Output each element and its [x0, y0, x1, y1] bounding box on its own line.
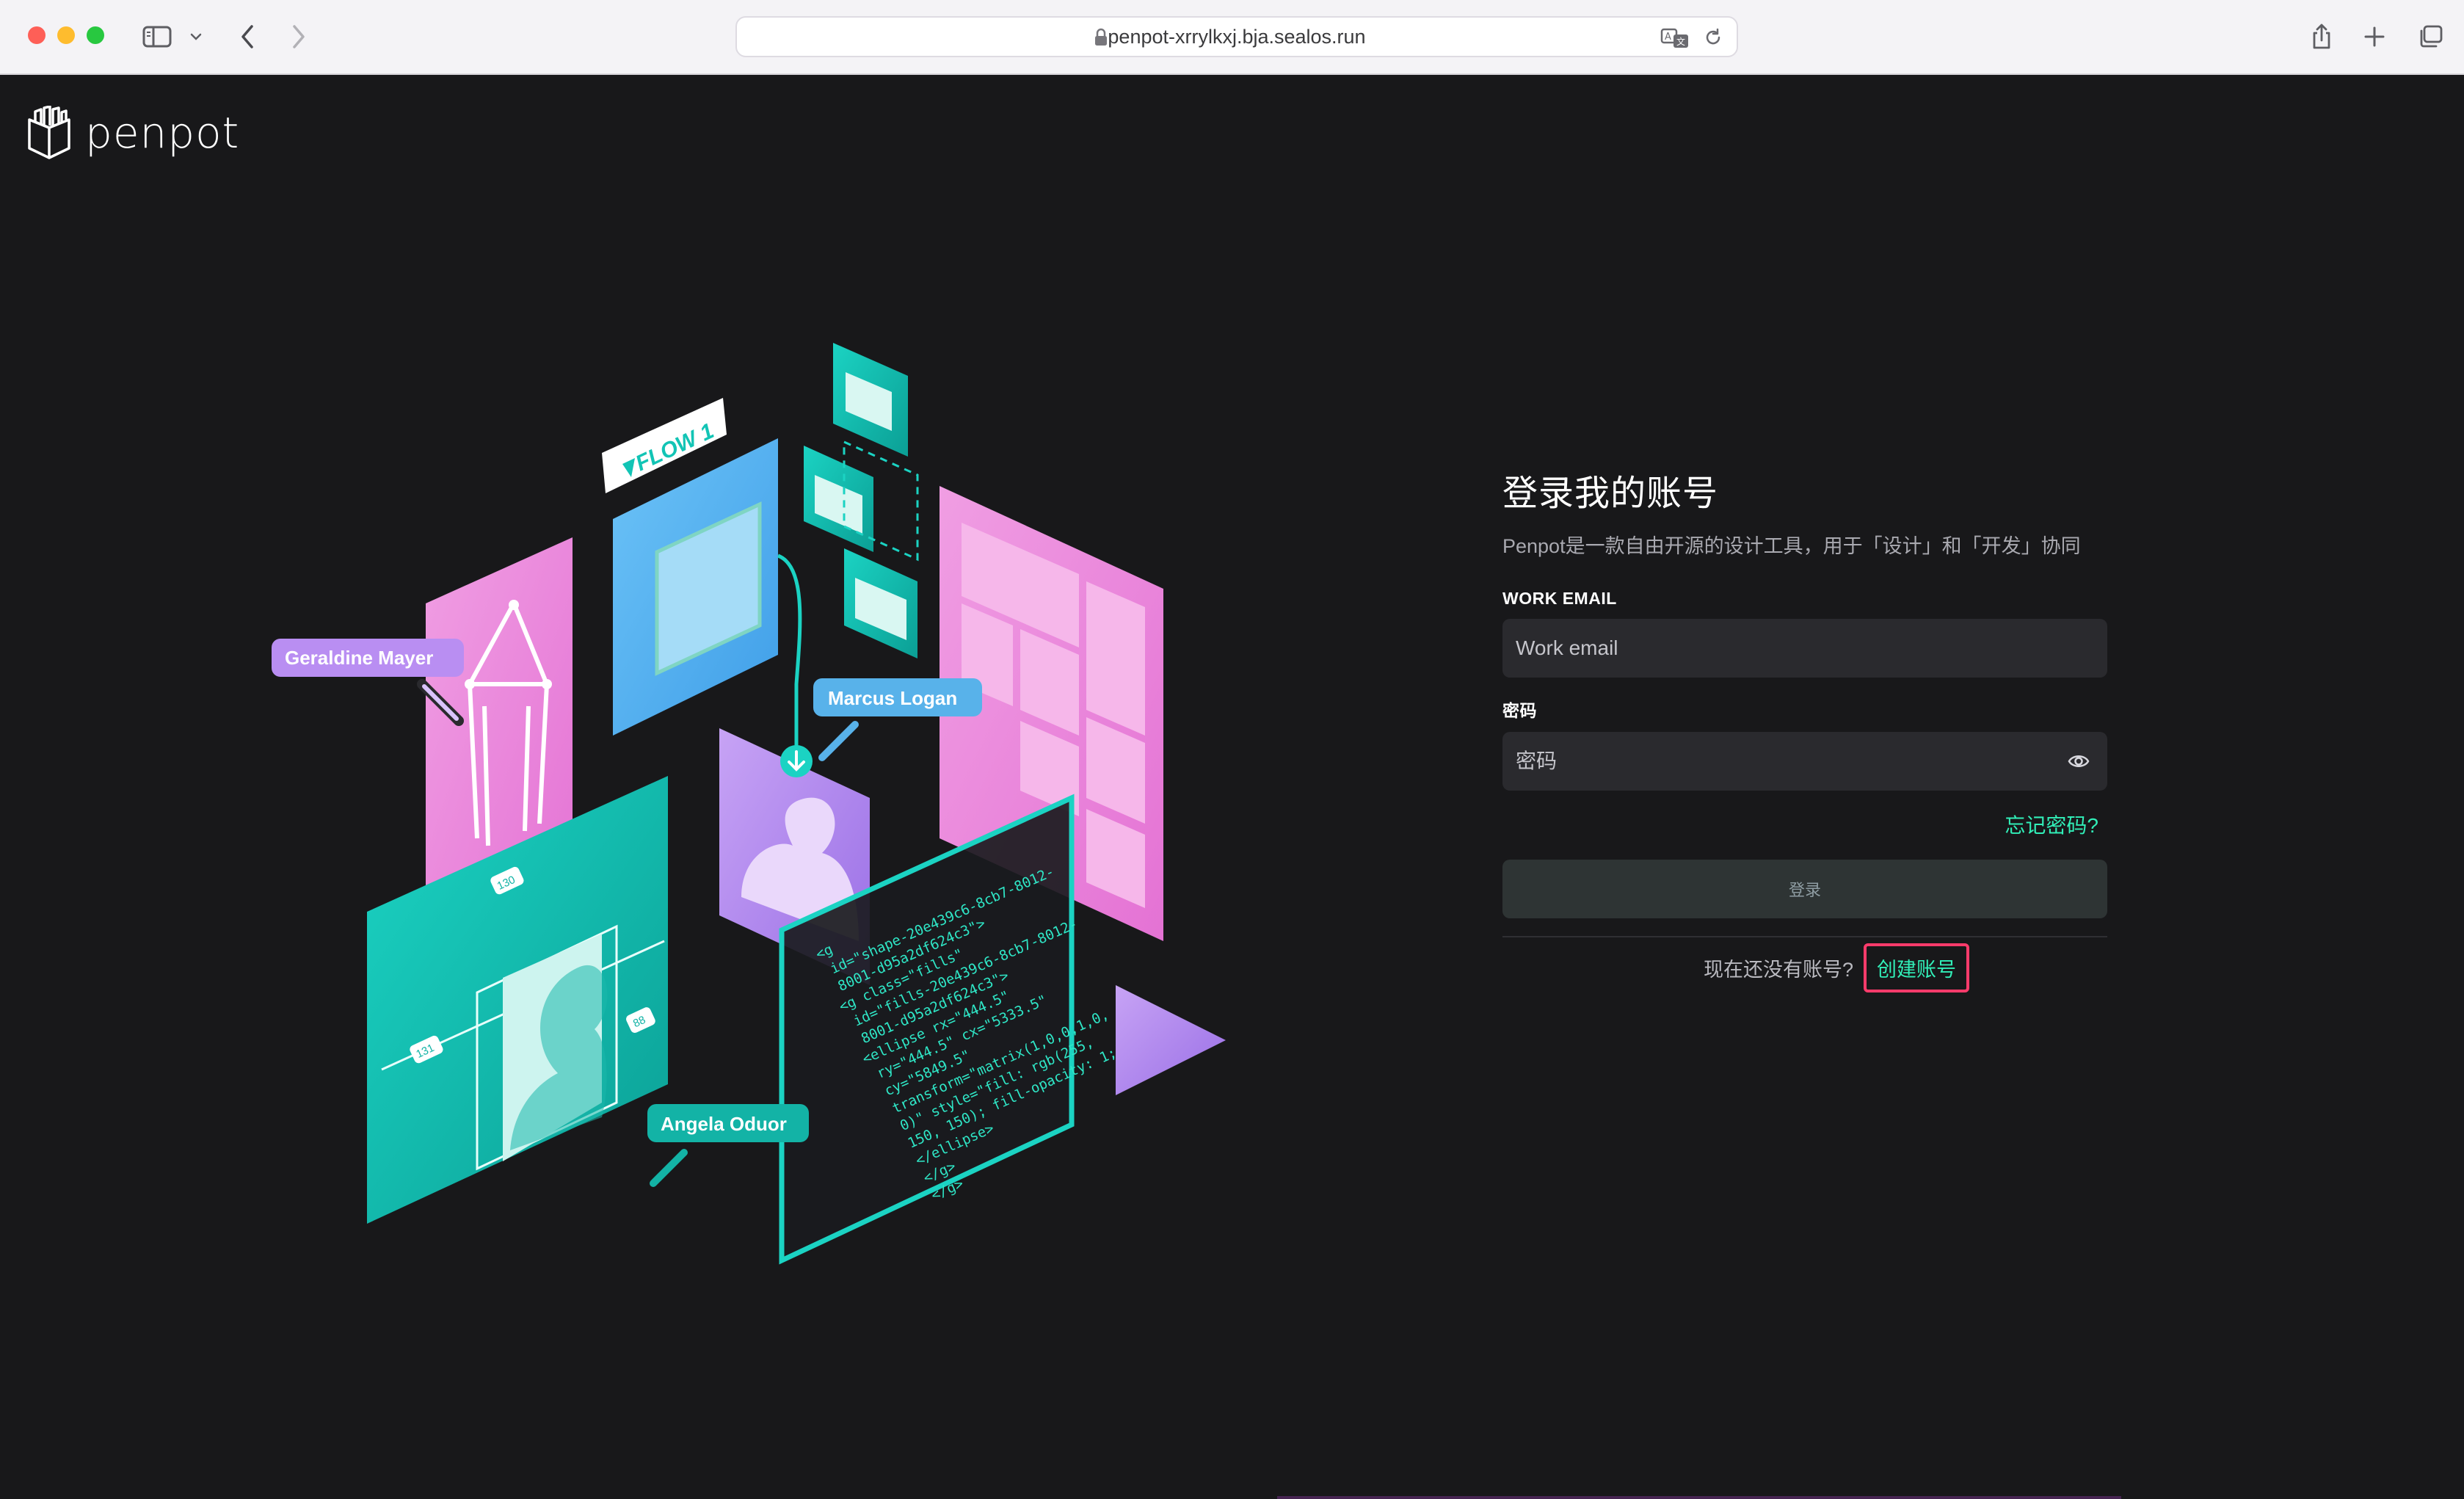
- svg-text:Marcus Logan: Marcus Logan: [828, 687, 957, 709]
- svg-text:Angela Oduor: Angela Oduor: [661, 1113, 787, 1135]
- svg-text:文: 文: [1676, 36, 1685, 47]
- forward-icon[interactable]: [285, 18, 313, 56]
- new-tab-icon[interactable]: [2360, 18, 2389, 56]
- password-field-wrapper: [1502, 732, 2107, 791]
- penpot-logo[interactable]: penpot: [26, 106, 239, 160]
- divider: [1502, 936, 2107, 937]
- chevron-down-icon[interactable]: [187, 18, 205, 56]
- login-panel: 登录我的账号 Penpot是一款自由开源的设计工具，用于「设计」和「开发」协同 …: [1502, 464, 2107, 992]
- email-field-wrapper: [1502, 619, 2107, 678]
- blue-frame-panel: [613, 438, 778, 736]
- browser-toolbar: penpot-xrrylkxj.bja.sealos.run A文: [0, 0, 2464, 75]
- share-icon[interactable]: [2307, 18, 2336, 56]
- penpot-logo-icon: [28, 106, 70, 159]
- svg-text:Geraldine Mayer: Geraldine Mayer: [285, 647, 433, 669]
- address-url[interactable]: penpot-xrrylkxj.bja.sealos.run: [737, 18, 1737, 56]
- password-label: 密码: [1502, 701, 1537, 720]
- password-field[interactable]: [1502, 732, 2107, 791]
- play-triangle: [1116, 985, 1226, 1095]
- address-bar[interactable]: penpot-xrrylkxj.bja.sealos.run A文: [735, 16, 1738, 57]
- email-label: WORK EMAIL: [1502, 589, 1617, 608]
- bottom-accent-line: [1277, 1496, 2121, 1499]
- login-subtitle: Penpot是一款自由开源的设计工具，用于「设计」和「开发」协同: [1502, 535, 2081, 557]
- window-maximize-button[interactable]: [87, 26, 104, 44]
- email-field[interactable]: [1502, 619, 2107, 678]
- svg-text:A: A: [1665, 32, 1671, 43]
- logo-wordmark: penpot: [85, 108, 240, 158]
- penpot-app: penpot FLOW 1 130 131 88 <g id="shape-20…: [0, 75, 2464, 1499]
- back-icon[interactable]: [233, 18, 261, 56]
- no-account-text: 现在还没有账号?: [1703, 958, 1854, 981]
- login-button[interactable]: 登录: [1502, 860, 2107, 918]
- tabs-overview-icon[interactable]: [2415, 18, 2446, 56]
- sidebar-icon[interactable]: [141, 18, 173, 56]
- reload-icon[interactable]: [1703, 27, 1723, 51]
- hero-illustration: FLOW 1 130 131 88 <gid="shape-20e439c6-8…: [272, 343, 1226, 1265]
- eye-icon[interactable]: [2068, 752, 2090, 774]
- create-account-link[interactable]: 创建账号: [1864, 943, 1970, 992]
- login-title: 登录我的账号: [1502, 474, 1719, 513]
- window-minimize-button[interactable]: [57, 26, 75, 44]
- window-close-button[interactable]: [28, 26, 46, 44]
- forgot-password-link[interactable]: 忘记密码?: [2005, 814, 2098, 837]
- signup-row: 现在还没有账号? 创建账号: [1502, 943, 2107, 992]
- translate-icon[interactable]: A文: [1660, 27, 1690, 53]
- forgot-password-row: 忘记密码?: [1502, 810, 2107, 839]
